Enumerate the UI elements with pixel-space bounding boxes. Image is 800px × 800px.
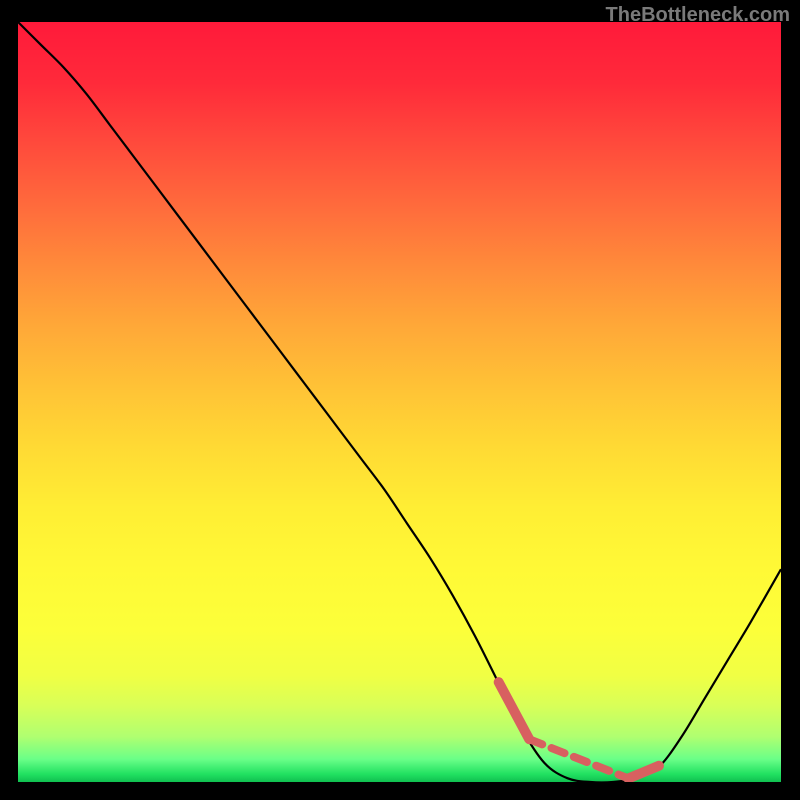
watermark-text: TheBottleneck.com [606, 4, 790, 27]
optimal-marker-right [628, 766, 659, 779]
bottleneck-curve [18, 22, 781, 782]
chart-svg [18, 22, 781, 782]
plot-area [18, 22, 781, 782]
optimal-marker-left [499, 682, 530, 739]
optimal-marker-mid [529, 739, 628, 778]
